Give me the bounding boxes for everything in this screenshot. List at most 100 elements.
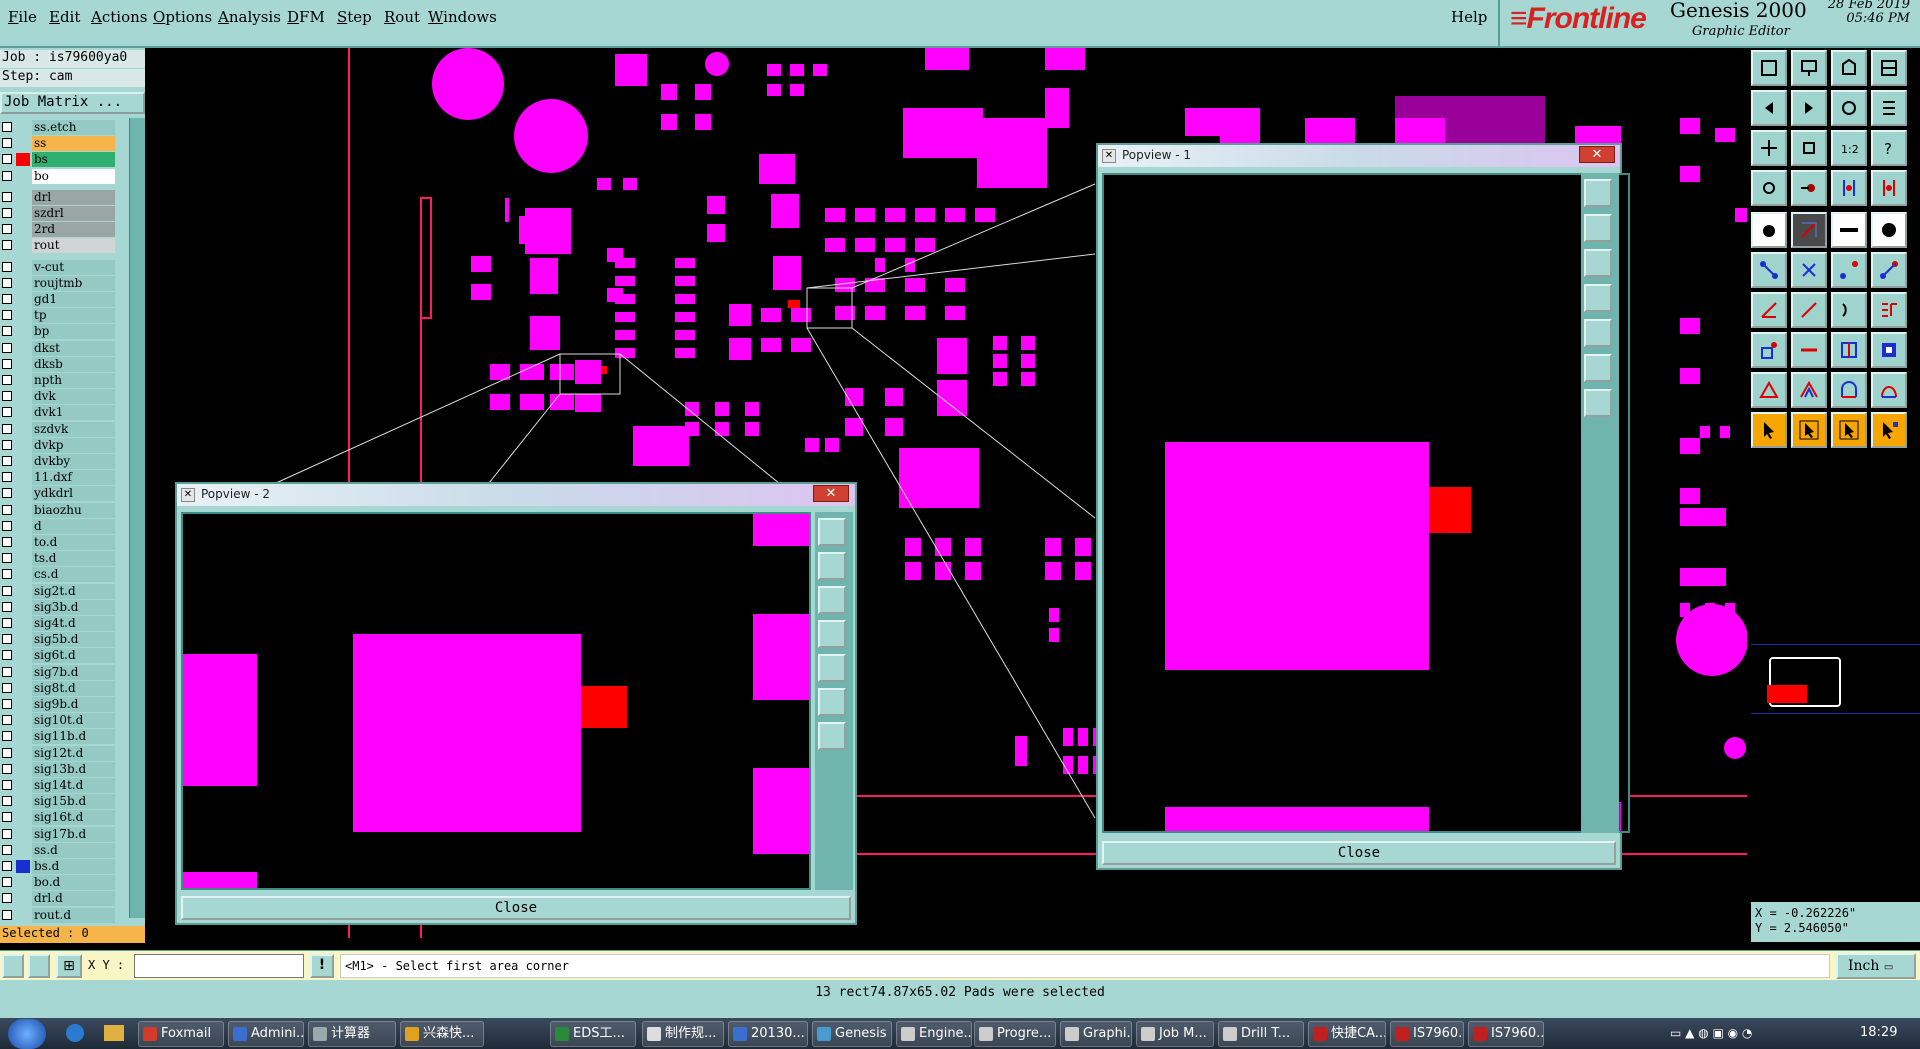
- layer-checkbox[interactable]: [2, 456, 12, 466]
- start-button[interactable]: [8, 1019, 46, 1049]
- layer-checkbox[interactable]: [2, 294, 12, 304]
- tool-pan-right-icon[interactable]: [1791, 90, 1827, 126]
- layer-row[interactable]: sig11b.d: [0, 729, 118, 745]
- layer-checkbox[interactable]: [2, 909, 12, 920]
- zoom-out-icon[interactable]: [818, 722, 846, 750]
- taskbar-item[interactable]: 20130...: [728, 1021, 808, 1047]
- tool-fillet-icon[interactable]: [1871, 292, 1907, 328]
- tool-net-icon[interactable]: [1831, 170, 1867, 206]
- layer-checkbox[interactable]: [2, 877, 12, 888]
- tool-help-icon[interactable]: ?: [1871, 130, 1907, 166]
- menu-edit[interactable]: Edit: [49, 8, 80, 26]
- layer-checkbox[interactable]: [2, 342, 12, 353]
- layer-row[interactable]: drl: [0, 189, 118, 205]
- tool-select-multi-icon[interactable]: [1871, 412, 1907, 448]
- layer-checkbox[interactable]: [2, 601, 12, 612]
- taskbar-item[interactable]: 制作规...: [642, 1021, 724, 1047]
- layer-checkbox[interactable]: [2, 138, 12, 149]
- layer-row[interactable]: szdvk: [0, 421, 118, 437]
- tool-peak-icon[interactable]: [1791, 372, 1827, 408]
- zoom-in-icon[interactable]: [1584, 354, 1612, 382]
- taskbar-item[interactable]: 计算器: [308, 1021, 396, 1047]
- tool-redraw-icon[interactable]: [1831, 50, 1867, 86]
- taskbar-item[interactable]: EDS工...: [550, 1021, 636, 1047]
- layer-row[interactable]: dvk1: [0, 405, 118, 421]
- layer-checkbox[interactable]: [2, 763, 12, 774]
- layer-checkbox[interactable]: [2, 358, 12, 369]
- layer-checkbox[interactable]: [2, 780, 12, 790]
- layer-checkbox[interactable]: [2, 715, 12, 726]
- layer-row[interactable]: rout.d: [0, 907, 118, 923]
- tool-zoom-area-icon[interactable]: [1791, 50, 1827, 86]
- tool-slope-icon[interactable]: [1791, 292, 1827, 328]
- layer-checkbox[interactable]: [2, 585, 12, 596]
- tool-dome-icon[interactable]: [1871, 372, 1907, 408]
- popview-1-titlebar[interactable]: ✕ Popview - 1 ✕: [1098, 145, 1620, 167]
- tool-cut-line-icon[interactable]: [1791, 332, 1827, 368]
- layer-checkbox[interactable]: [2, 828, 12, 839]
- layer-row[interactable]: sig8t.d: [0, 680, 118, 696]
- layer-checkbox[interactable]: [2, 618, 12, 628]
- layer-row[interactable]: bs: [0, 152, 118, 168]
- layer-checkbox[interactable]: [2, 666, 12, 677]
- pan-left-icon[interactable]: [1584, 284, 1612, 312]
- taskbar-item[interactable]: Drill T...: [1218, 1021, 1304, 1047]
- layer-row[interactable]: npth: [0, 373, 118, 388]
- overview-minimap[interactable]: [1751, 644, 1920, 714]
- explorer-icon[interactable]: [104, 1025, 124, 1041]
- tool-arch-icon[interactable]: [1831, 372, 1867, 408]
- pan-left-icon[interactable]: [818, 620, 846, 648]
- layer-row[interactable]: sig5b.d: [0, 632, 118, 648]
- taskbar-item[interactable]: IS7960...: [1390, 1021, 1464, 1047]
- layer-row[interactable]: sig15b.d: [0, 794, 118, 810]
- layer-checkbox[interactable]: [2, 240, 12, 251]
- snap-mode-icon[interactable]: [2, 954, 24, 978]
- layer-checkbox[interactable]: [2, 553, 12, 564]
- tool-delete-connect-icon[interactable]: [1791, 252, 1827, 288]
- tool-split-icon[interactable]: [1831, 332, 1867, 368]
- menu-windows[interactable]: Windows: [428, 8, 497, 26]
- zoom-in-icon[interactable]: [818, 688, 846, 716]
- layer-row[interactable]: dvkp: [0, 437, 118, 453]
- tool-triangle-icon[interactable]: [1751, 372, 1787, 408]
- taskbar-item[interactable]: Graphi...: [1060, 1021, 1132, 1047]
- zoom-fit-icon[interactable]: [818, 518, 846, 546]
- tool-arc-icon[interactable]: [1831, 292, 1867, 328]
- menu-dfm[interactable]: DFM: [287, 8, 325, 26]
- tool-snap-pad-icon[interactable]: [1751, 332, 1787, 368]
- popview-2-close-button[interactable]: Close: [181, 896, 851, 920]
- taskbar-item[interactable]: Admini...: [228, 1021, 304, 1047]
- layer-row[interactable]: bo: [0, 168, 118, 184]
- layer-checkbox[interactable]: [2, 326, 12, 337]
- layer-row[interactable]: dvkby: [0, 454, 118, 469]
- layer-checkbox[interactable]: [2, 375, 12, 385]
- layer-row[interactable]: sig13b.d: [0, 761, 118, 777]
- layer-row[interactable]: sig7b.d: [0, 664, 118, 680]
- layer-checkbox[interactable]: [2, 277, 12, 288]
- layer-row[interactable]: sig4t.d: [0, 616, 118, 631]
- layer-checkbox[interactable]: [2, 423, 12, 434]
- layer-checkbox[interactable]: [2, 520, 12, 531]
- layer-checkbox[interactable]: [2, 796, 12, 807]
- layer-row[interactable]: dksb: [0, 356, 118, 372]
- tool-pan-left-icon[interactable]: [1751, 90, 1787, 126]
- tool-angle-icon[interactable]: [1751, 292, 1787, 328]
- layer-row[interactable]: drl.d: [0, 891, 118, 907]
- layer-row[interactable]: gd1: [0, 292, 118, 307]
- layer-row[interactable]: ydkdrl: [0, 486, 118, 502]
- layer-checkbox[interactable]: [2, 488, 12, 499]
- tool-panel-icon[interactable]: [1871, 50, 1907, 86]
- tool-add-pad-icon[interactable]: [1751, 212, 1787, 248]
- layer-checkbox[interactable]: [2, 407, 12, 418]
- zoom-fit-icon[interactable]: [1584, 179, 1612, 207]
- layer-row[interactable]: ts.d: [0, 551, 118, 567]
- layer-checkbox[interactable]: [2, 472, 12, 483]
- layer-row[interactable]: 11.dxf: [0, 470, 118, 486]
- pan-up-icon[interactable]: [1584, 214, 1612, 242]
- layer-checkbox[interactable]: [2, 682, 12, 693]
- popview-2-view[interactable]: [181, 512, 811, 890]
- tool-add-ruler-icon[interactable]: [1831, 212, 1867, 248]
- layer-checkbox[interactable]: [2, 731, 12, 742]
- layer-checkbox[interactable]: [2, 391, 12, 402]
- layer-checkbox[interactable]: [2, 122, 12, 132]
